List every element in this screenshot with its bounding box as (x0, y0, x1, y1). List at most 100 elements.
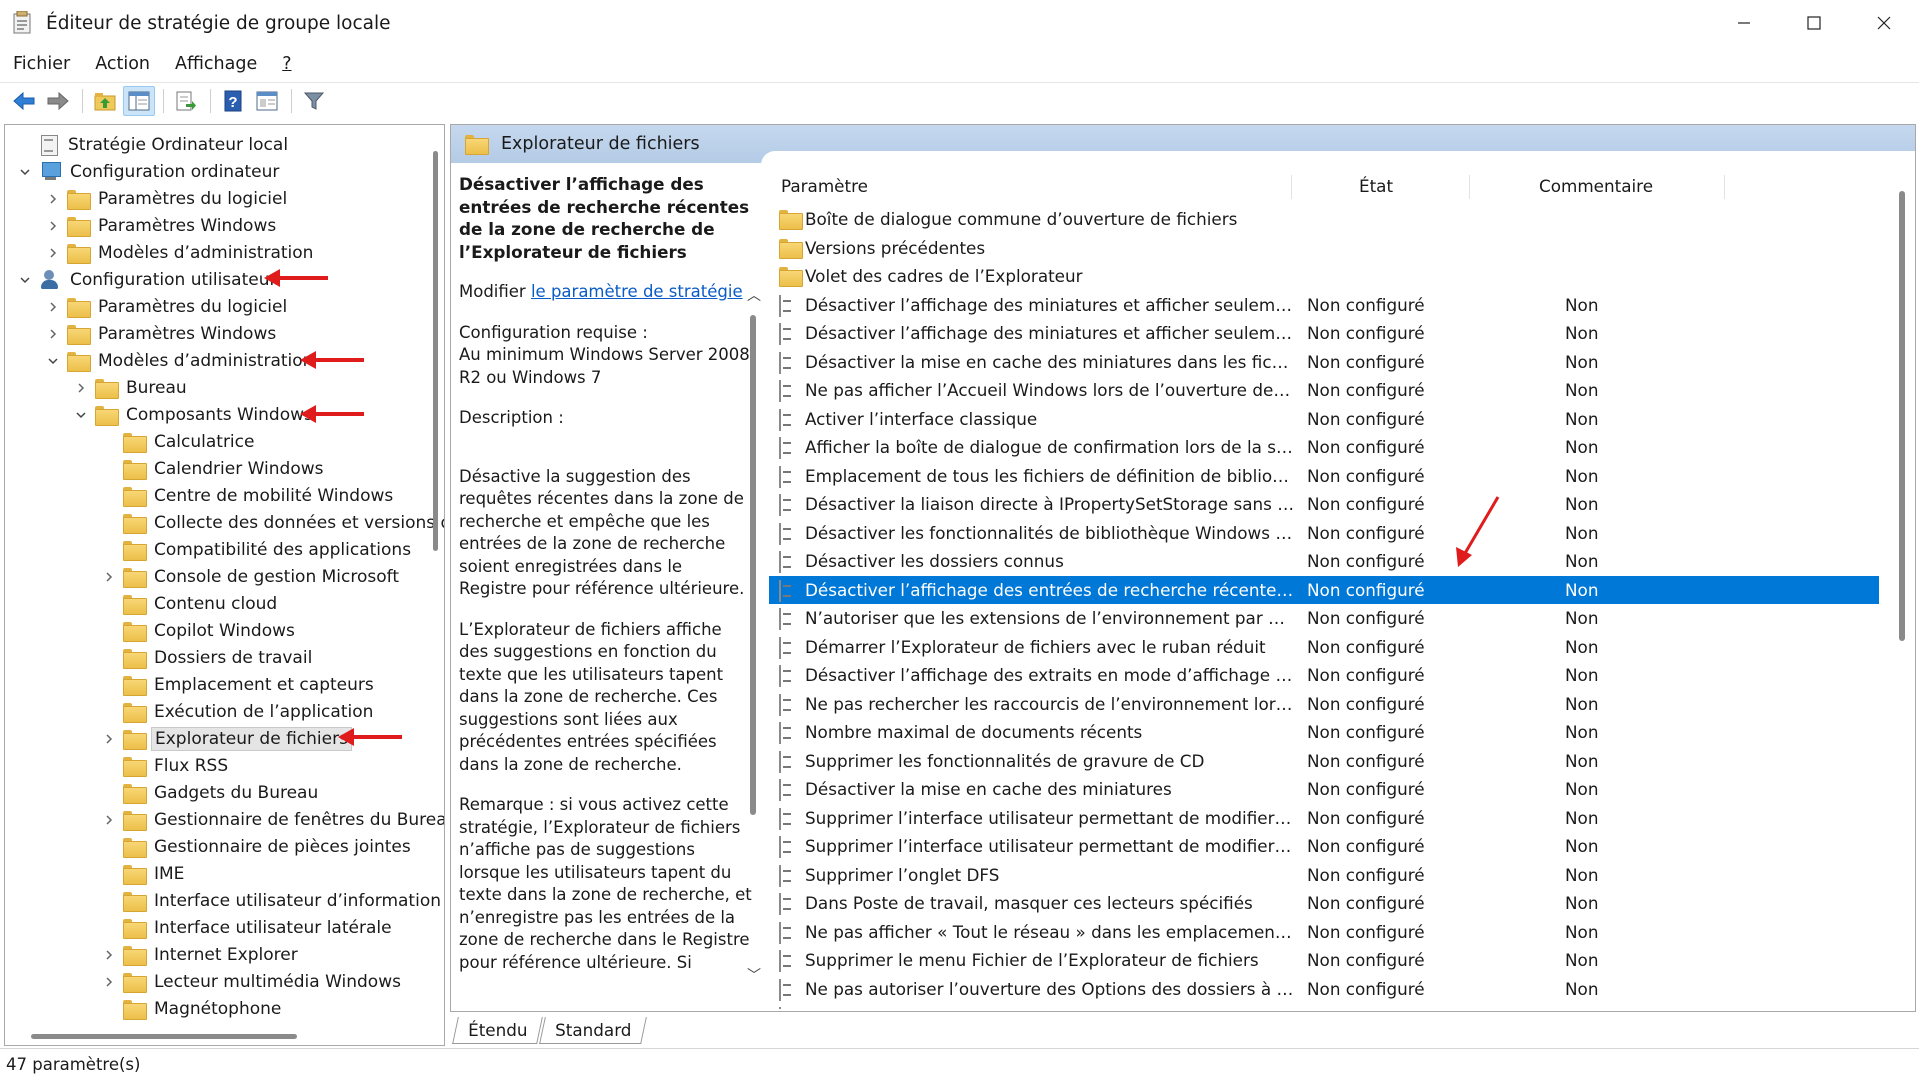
column-header-comment[interactable]: Commentaire (1539, 176, 1653, 196)
list-setting-row[interactable]: Ne pas autoriser l’ouverture des Options… (769, 975, 1879, 1004)
list-setting-row[interactable]: Emplacement de tous les fichiers de défi… (769, 462, 1879, 491)
chevron-right-icon[interactable] (43, 297, 63, 317)
tree-vertical-scrollbar[interactable] (433, 151, 438, 551)
tree-item[interactable]: Composants Windows (71, 401, 316, 428)
column-divider[interactable] (1469, 175, 1470, 199)
list-setting-row[interactable]: Afficher la boîte de dialogue de confirm… (769, 433, 1879, 462)
chevron-right-icon[interactable] (99, 810, 119, 830)
export-list-button[interactable] (170, 86, 202, 116)
chevron-down-icon[interactable] (43, 351, 63, 371)
tree-item[interactable]: Modèles d’administration (43, 239, 316, 266)
tree-item[interactable]: Gestionnaire de pièces jointes (99, 833, 414, 860)
list-setting-row[interactable]: Supprimer les fonctionnalités de gravure… (769, 747, 1879, 776)
chevron-right-icon[interactable] (99, 567, 119, 587)
tree-item[interactable]: Interface utilisateur d’information (99, 887, 444, 914)
tree-item[interactable]: Exécution de l’application (99, 698, 376, 725)
list-setting-row[interactable]: Supprimer l’interface utilisateur permet… (769, 832, 1879, 861)
chevron-right-icon[interactable] (43, 243, 63, 263)
chevron-right-icon[interactable] (99, 972, 119, 992)
list-setting-row[interactable]: Nombre maximal de documents récents Non c… (769, 718, 1879, 747)
column-divider[interactable] (1291, 175, 1292, 199)
tree-item[interactable]: Bureau (71, 374, 190, 401)
tree-item[interactable]: Calendrier Windows (99, 455, 327, 482)
help-button[interactable]: ? (217, 86, 249, 116)
tree-item[interactable]: Modèles d’administration (43, 347, 316, 374)
list-vertical-scrollbar[interactable] (1899, 191, 1905, 641)
tree-item[interactable]: Magnétophone (99, 995, 284, 1022)
tree-item[interactable]: Lecteur multimédia Windows (99, 968, 404, 995)
tree-item[interactable]: Emplacement et capteurs (99, 671, 377, 698)
forward-button[interactable] (42, 86, 74, 116)
tree-item[interactable]: Paramètres Windows (43, 320, 279, 347)
list-setting-row[interactable]: Supprimer l’onglet DFS Non configuré Non (769, 861, 1879, 890)
list-setting-row[interactable]: Désactiver la mise en cache des miniatur… (769, 775, 1879, 804)
tree-item[interactable]: Internet Explorer (99, 941, 301, 968)
tree-horizontal-scrollbar[interactable] (31, 1034, 297, 1039)
chevron-down-icon[interactable] (71, 405, 91, 425)
minimize-button[interactable] (1709, 0, 1779, 46)
list-setting-row[interactable]: Ne pas afficher « Tout le réseau » dans … (769, 918, 1879, 947)
column-divider[interactable] (1724, 175, 1725, 199)
list-setting-row[interactable]: Désactiver l’affichage des extraits en m… (769, 661, 1879, 690)
edit-policy-link[interactable]: le paramètre de stratégie (531, 282, 743, 301)
list-setting-row[interactable]: Démarrer l’Explorateur de fichiers avec … (769, 633, 1879, 662)
chevron-right-icon[interactable] (99, 945, 119, 965)
chevron-down-icon[interactable] (15, 270, 35, 290)
list-setting-row[interactable]: Ne pas rechercher les raccourcis de l’en… (769, 690, 1879, 719)
tree-item[interactable]: Explorateur de fichiers (99, 725, 352, 752)
list-setting-row[interactable]: Désactiver la liaison directe à IPropert… (769, 490, 1879, 519)
list-setting-row[interactable]: N’autoriser que les extensions de l’envi… (769, 604, 1879, 633)
list-setting-row[interactable]: Supprimer le menu Fichier de l’Explorate… (769, 946, 1879, 975)
tree-item[interactable]: Dossiers de travail (99, 644, 315, 671)
tree-item[interactable]: Paramètres du logiciel (43, 293, 290, 320)
list-folder-row[interactable]: Volet des cadres de l’Explorateur (769, 262, 1879, 291)
column-header-parameter[interactable]: Paramètre (781, 176, 868, 196)
tab-standard[interactable]: Standard (539, 1017, 648, 1044)
show-hide-tree-button[interactable] (123, 85, 155, 116)
list-setting-row[interactable]: Désactiver l’affichage des miniatures et… (769, 291, 1879, 320)
tree-item[interactable]: Copilot Windows (99, 617, 298, 644)
tree-item[interactable]: Contenu cloud (99, 590, 280, 617)
tree-item[interactable]: Stratégie Ordinateur local (15, 131, 291, 158)
list-folder-row[interactable]: Boîte de dialogue commune d’ouverture de… (769, 205, 1879, 234)
list-setting-row[interactable]: Dans Poste de travail, masquer ces lecte… (769, 889, 1879, 918)
scroll-up-icon[interactable]: ︿ (746, 285, 762, 305)
menu-view[interactable]: Affichage (162, 54, 267, 74)
chevron-right-icon[interactable] (43, 189, 63, 209)
list-setting-row[interactable]: Ne pas afficher l’Accueil Windows lors d… (769, 376, 1879, 405)
tree-item[interactable]: IME (99, 860, 187, 887)
tree-item[interactable]: Configuration utilisateur (15, 266, 279, 293)
tree-item[interactable]: Configuration ordinateur (15, 158, 282, 185)
close-button[interactable] (1849, 0, 1919, 46)
column-header-state[interactable]: État (1359, 176, 1393, 196)
menu-action[interactable]: Action (82, 54, 160, 74)
scroll-down-icon[interactable]: ﹀ (746, 965, 762, 985)
tree-item[interactable]: Paramètres du logiciel (43, 185, 290, 212)
description-scroll-thumb[interactable] (750, 315, 756, 815)
list-setting-row[interactable]: Désactiver les fonctionnalités de biblio… (769, 519, 1879, 548)
description-scrollbar[interactable]: ︿ ﹀ (746, 285, 762, 985)
tree-item[interactable]: Gestionnaire de fenêtres du Burea (99, 806, 444, 833)
filter-button[interactable] (298, 86, 330, 116)
tree-item[interactable]: Console de gestion Microsoft (99, 563, 402, 590)
tree-item[interactable]: Paramètres Windows (43, 212, 279, 239)
list-setting-row[interactable]: Désactiver la mise en cache des miniatur… (769, 348, 1879, 377)
list-setting-row[interactable]: Activer l’interface classique Non configu… (769, 405, 1879, 434)
menu-help[interactable]: ? (269, 54, 301, 74)
up-folder-button[interactable] (89, 86, 121, 116)
tree-item[interactable]: Compatibilité des applications (99, 536, 414, 563)
list-setting-row[interactable]: Désactiver l’affichage des miniatures et… (769, 319, 1879, 348)
menu-file[interactable]: Fichier (0, 54, 80, 74)
chevron-right-icon[interactable] (43, 324, 63, 344)
list-setting-row[interactable]: Désactiver l’affichage des entrées de re… (769, 575, 1879, 604)
chevron-right-icon[interactable] (99, 729, 119, 749)
tab-extended[interactable]: Étendu (452, 1017, 544, 1044)
list-folder-row[interactable]: Versions précédentes (769, 234, 1879, 263)
tree-item[interactable]: Gadgets du Bureau (99, 779, 321, 806)
back-button[interactable] (8, 86, 40, 116)
tree-item[interactable]: Interface utilisateur latérale (99, 914, 395, 941)
tree-item[interactable]: Calculatrice (99, 428, 257, 455)
chevron-right-icon[interactable] (43, 216, 63, 236)
chevron-right-icon[interactable] (71, 378, 91, 398)
tree-item[interactable]: Collecte des données et versions d (99, 509, 444, 536)
